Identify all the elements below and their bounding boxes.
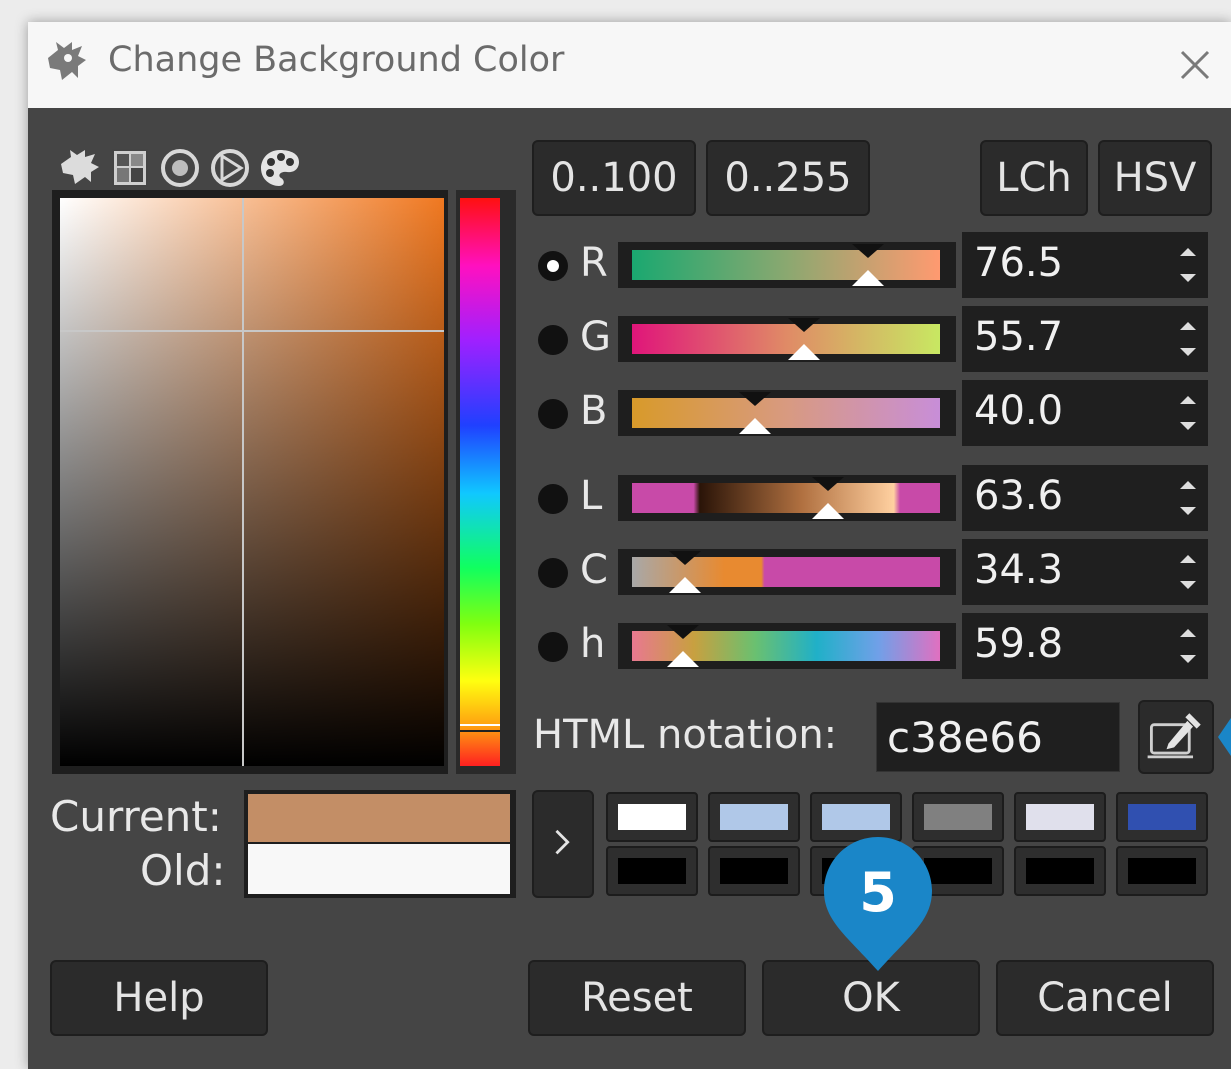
slider-h-marker[interactable] bbox=[667, 651, 700, 667]
reset-button[interactable]: Reset bbox=[528, 960, 746, 1036]
watercolor-selector-icon[interactable] bbox=[155, 144, 205, 194]
radio-b[interactable] bbox=[538, 399, 568, 429]
add-to-history-button[interactable] bbox=[532, 790, 594, 898]
channel-label-l: L bbox=[580, 473, 603, 519]
channel-label-g: G bbox=[580, 314, 611, 360]
history-swatch[interactable] bbox=[708, 846, 800, 896]
slider-r[interactable] bbox=[618, 242, 956, 288]
spin-arrows-icon[interactable] bbox=[1168, 539, 1208, 605]
value-h[interactable]: 59.8 bbox=[974, 621, 1063, 667]
range-0-100-button[interactable]: 0..100 bbox=[532, 140, 696, 216]
channel-label-r: R bbox=[580, 240, 608, 286]
cancel-button[interactable]: Cancel bbox=[996, 960, 1214, 1036]
radio-g[interactable] bbox=[538, 325, 568, 355]
slider-b[interactable] bbox=[618, 390, 956, 436]
slider-h[interactable] bbox=[618, 623, 956, 669]
spin-b[interactable]: 40.0 bbox=[962, 380, 1208, 446]
history-swatch[interactable] bbox=[810, 792, 902, 842]
close-icon[interactable] bbox=[1166, 36, 1224, 94]
crosshair-horizontal bbox=[60, 330, 444, 332]
range-0-255-button[interactable]: 0..255 bbox=[706, 140, 870, 216]
spin-arrows-icon[interactable] bbox=[1168, 306, 1208, 372]
triangle-selector-icon[interactable] bbox=[205, 144, 255, 194]
spin-g[interactable]: 55.7 bbox=[962, 306, 1208, 372]
lch-button[interactable]: LCh bbox=[980, 140, 1088, 216]
slider-b-marker[interactable] bbox=[739, 418, 772, 434]
channel-label-b: B bbox=[580, 388, 608, 434]
ok-button[interactable]: OK bbox=[762, 960, 980, 1036]
slider-g-marker[interactable] bbox=[787, 344, 820, 360]
hue-slider[interactable] bbox=[460, 198, 500, 766]
slider-b-marker-top bbox=[739, 392, 772, 406]
value-c[interactable]: 34.3 bbox=[974, 547, 1063, 593]
hue-marker[interactable] bbox=[460, 724, 500, 732]
history-swatch[interactable] bbox=[1014, 792, 1106, 842]
spin-h[interactable]: 59.8 bbox=[962, 613, 1208, 679]
slider-l-marker[interactable] bbox=[811, 503, 844, 519]
channel-label-h: h bbox=[580, 621, 606, 667]
chevron-right-icon bbox=[555, 829, 570, 855]
eyedropper-button[interactable] bbox=[1138, 700, 1214, 774]
history-swatch[interactable] bbox=[1116, 792, 1208, 842]
slider-l[interactable] bbox=[618, 475, 956, 521]
color-selector-tabs bbox=[55, 144, 315, 194]
old-color-swatch[interactable] bbox=[248, 844, 510, 894]
history-swatch[interactable] bbox=[606, 792, 698, 842]
html-notation-value[interactable]: c38e66 bbox=[887, 713, 1043, 762]
history-swatch[interactable] bbox=[1014, 846, 1106, 896]
spin-r[interactable]: 76.5 bbox=[962, 232, 1208, 298]
spin-arrows-icon[interactable] bbox=[1168, 380, 1208, 446]
slider-c-marker-top bbox=[668, 551, 701, 565]
gimp-selector-icon[interactable] bbox=[55, 144, 105, 194]
spin-arrows-icon[interactable] bbox=[1168, 465, 1208, 531]
old-label: Old: bbox=[140, 846, 226, 895]
callout-number: 5 bbox=[859, 861, 897, 924]
slider-l-marker-top bbox=[811, 477, 844, 491]
color-comparison bbox=[244, 790, 516, 898]
history-swatch[interactable] bbox=[606, 846, 698, 896]
spin-l[interactable]: 63.6 bbox=[962, 465, 1208, 531]
help-button[interactable]: Help bbox=[50, 960, 268, 1036]
gimp-icon bbox=[48, 42, 86, 80]
spin-arrows-icon[interactable] bbox=[1168, 232, 1208, 298]
radio-l[interactable] bbox=[538, 484, 568, 514]
history-swatch[interactable] bbox=[1116, 846, 1208, 896]
current-color-swatch bbox=[248, 794, 510, 842]
step-callout: 5 bbox=[824, 837, 932, 971]
spin-arrows-icon[interactable] bbox=[1168, 613, 1208, 679]
slider-g[interactable] bbox=[618, 316, 956, 362]
saturation-value-square[interactable] bbox=[60, 198, 444, 766]
color-dialog: Change Background Color 0..100 0..255 LC… bbox=[28, 22, 1231, 1069]
value-l[interactable]: 63.6 bbox=[974, 473, 1063, 519]
palette-selector-icon[interactable] bbox=[255, 144, 305, 194]
eyedropper-icon bbox=[1147, 713, 1201, 759]
slider-c[interactable] bbox=[618, 549, 956, 595]
radio-h[interactable] bbox=[538, 632, 568, 662]
title-bar: Change Background Color bbox=[28, 22, 1231, 108]
slider-r-marker-top bbox=[851, 244, 884, 258]
slider-c-marker[interactable] bbox=[668, 577, 701, 593]
slider-g-marker-top bbox=[787, 318, 820, 332]
slider-r-marker[interactable] bbox=[851, 270, 884, 286]
color-square-frame bbox=[52, 190, 448, 774]
channel-label-c: C bbox=[580, 547, 608, 593]
crosshair-vertical bbox=[242, 198, 244, 766]
offscreen-callout-marker bbox=[1218, 718, 1231, 756]
value-g[interactable]: 55.7 bbox=[974, 314, 1063, 360]
html-notation-label: HTML notation: bbox=[533, 712, 838, 758]
radio-c[interactable] bbox=[538, 558, 568, 588]
html-notation-input[interactable]: c38e66 bbox=[876, 702, 1120, 772]
value-b[interactable]: 40.0 bbox=[974, 388, 1063, 434]
history-swatch[interactable] bbox=[708, 792, 800, 842]
current-label: Current: bbox=[50, 792, 222, 841]
spin-c[interactable]: 34.3 bbox=[962, 539, 1208, 605]
slider-h-marker-top bbox=[667, 625, 700, 639]
hue-strip-frame bbox=[456, 190, 516, 774]
cmyk-selector-icon[interactable] bbox=[105, 144, 155, 194]
dialog-title: Change Background Color bbox=[108, 40, 565, 80]
hsv-button[interactable]: HSV bbox=[1098, 140, 1212, 216]
history-swatch[interactable] bbox=[912, 792, 1004, 842]
value-r[interactable]: 76.5 bbox=[974, 240, 1063, 286]
radio-r[interactable] bbox=[538, 251, 568, 281]
